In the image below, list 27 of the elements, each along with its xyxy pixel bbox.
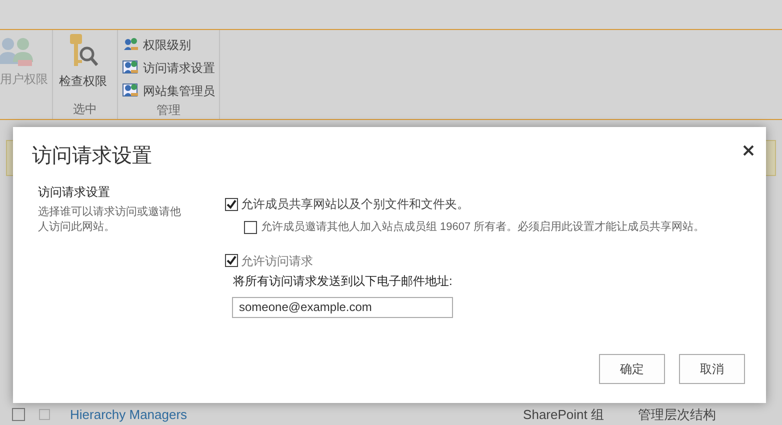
people-key-icon (122, 36, 140, 52)
option-label: 允许成员共享网站以及个别文件和文件夹。 (241, 196, 469, 213)
group-label: 选中 (72, 101, 98, 118)
row-checkbox[interactable] (12, 408, 25, 420)
checkbox[interactable] (225, 198, 238, 210)
ribbon-button[interactable]: 访问请求设置 (118, 57, 215, 78)
ribbon-button[interactable]: 检查权限 (53, 34, 113, 90)
dialog-title: 访问请求设置 (32, 144, 152, 169)
section-title: 访问请求设置 (38, 184, 111, 201)
dialog-button[interactable]: 确定 (599, 354, 665, 384)
group-link[interactable]: Hierarchy Managers (70, 407, 188, 423)
close-button[interactable] (741, 143, 756, 158)
ribbon-button[interactable]: 网站集管理员 (118, 80, 215, 101)
request-settings-icon (122, 60, 140, 76)
admin-window-icon (122, 82, 140, 98)
group-label: 管理 (156, 102, 182, 119)
email-label: 将所有访问请求发送到以下电子邮件地址: (233, 272, 454, 290)
checkbox[interactable] (244, 220, 257, 234)
ribbon-button[interactable]: 权限级别 (118, 34, 215, 55)
dialog-button[interactable]: 取消 (679, 354, 745, 384)
row-checkbox[interactable] (39, 408, 50, 420)
section-description: 选择谁可以请求访问或邀请他人访问此网站。 (38, 205, 182, 235)
group-type: SharePoint 组 (523, 407, 604, 423)
group-description: 管理层次结构 (638, 407, 716, 423)
option-label: 允许访问请求 (241, 252, 313, 270)
option-label: 允许成员邀请其他人加入站点成员组 19607 所有者。必须启用此设置才能让成员共享网站。 (261, 220, 705, 235)
email-field[interactable]: someone@example.com (232, 296, 453, 318)
